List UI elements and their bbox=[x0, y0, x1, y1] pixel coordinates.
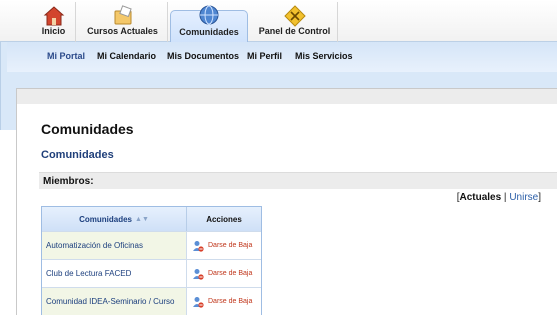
tab-label: Inicio bbox=[41, 26, 66, 36]
sort-icon: ▲▼ bbox=[135, 215, 149, 223]
leave-community-action[interactable]: Darse de Baja bbox=[187, 260, 261, 287]
globe-icon bbox=[199, 5, 219, 25]
leave-community-action[interactable]: Darse de Baja bbox=[187, 232, 261, 259]
content-panel: Comunidades Comunidades Miembros: [Actua… bbox=[16, 88, 557, 315]
filter-bracket-close: ] bbox=[538, 192, 541, 203]
table-header: Comunidades ▲▼ Acciones bbox=[42, 207, 261, 231]
leave-community-action[interactable]: Darse de Baja bbox=[187, 288, 261, 315]
table-row: Club de Lectura FACED Darse de Baja bbox=[42, 259, 261, 287]
tab-panel-de-control[interactable]: Panel de Control bbox=[252, 2, 338, 42]
subnav-mis-documentos[interactable]: Mis Documentos bbox=[167, 51, 239, 61]
tab-cursos-actuales[interactable]: Cursos Actuales bbox=[78, 2, 168, 42]
subnav-mis-servicios[interactable]: Mis Servicios bbox=[295, 51, 353, 61]
remove-user-icon bbox=[193, 240, 204, 252]
sub-navigation-strip: Mi Portal Mi Calendario Mis Documentos M… bbox=[7, 42, 557, 72]
tab-inicio[interactable]: Inicio bbox=[32, 2, 76, 42]
action-label: Darse de Baja bbox=[208, 242, 253, 249]
membership-filter: [Actuales | Unirse] bbox=[457, 192, 541, 203]
members-label: Miembros: bbox=[43, 176, 94, 187]
section-title: Comunidades bbox=[41, 149, 114, 161]
panel-header bbox=[17, 89, 557, 104]
tab-label: Panel de Control bbox=[258, 26, 331, 36]
communities-table: Comunidades ▲▼ Acciones Automatización d… bbox=[41, 206, 262, 315]
tab-label: Comunidades bbox=[179, 27, 239, 37]
home-icon bbox=[43, 6, 64, 26]
remove-user-icon bbox=[193, 296, 204, 308]
filter-current: Actuales bbox=[459, 192, 502, 203]
subnav-mi-portal[interactable]: Mi Portal bbox=[47, 51, 85, 61]
subnav-mi-calendario[interactable]: Mi Calendario bbox=[97, 51, 156, 61]
members-bar: Miembros: bbox=[39, 172, 557, 189]
table-row: Comunidad IDEA-Seminario / Curso Darse d… bbox=[42, 287, 261, 315]
column-header-acciones: Acciones bbox=[206, 214, 242, 224]
page-title: Comunidades bbox=[41, 121, 134, 137]
table-row: Automatización de Oficinas Darse de Baja bbox=[42, 231, 261, 259]
community-name: Automatización de Oficinas bbox=[42, 232, 187, 259]
column-header-label: Comunidades bbox=[79, 214, 133, 224]
action-label: Darse de Baja bbox=[208, 298, 253, 305]
column-header-comunidades[interactable]: Comunidades ▲▼ bbox=[42, 207, 187, 231]
tab-label: Cursos Actuales bbox=[87, 26, 158, 36]
table-body: Automatización de Oficinas Darse de Baja… bbox=[42, 231, 261, 315]
subnav-mi-perfil[interactable]: Mi Perfil bbox=[247, 51, 282, 61]
tab-comunidades[interactable]: Comunidades bbox=[170, 5, 248, 43]
filter-unirse-link[interactable]: Unirse bbox=[509, 192, 538, 203]
community-name: Club de Lectura FACED bbox=[42, 260, 187, 287]
top-tab-bar: Inicio Cursos Actuales Comunidades Panel… bbox=[0, 0, 557, 43]
remove-user-icon bbox=[193, 268, 204, 280]
community-name: Comunidad IDEA-Seminario / Curso bbox=[42, 288, 187, 315]
action-label: Darse de Baja bbox=[208, 270, 253, 277]
courses-icon bbox=[114, 5, 132, 25]
control-panel-icon bbox=[283, 5, 306, 27]
